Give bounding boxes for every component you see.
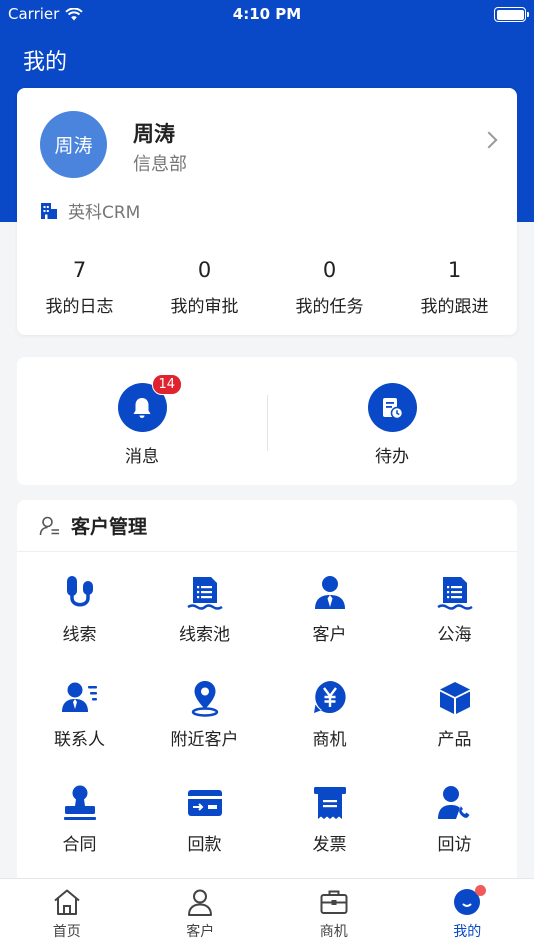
user-list-icon: [39, 516, 59, 535]
grid-item-opportunities[interactable]: 商机: [267, 657, 392, 762]
building-icon: [41, 202, 57, 219]
bell-icon: 14: [117, 374, 183, 432]
grid-item-revisits[interactable]: 回访: [392, 762, 517, 867]
management-grid: 线索 线索池 客户 公海 联系人 附近客户 商机 产品 合同 回款 发票 回访: [17, 552, 517, 867]
tab-customers[interactable]: 客户: [134, 879, 268, 950]
grid-label: 联系人: [54, 730, 105, 750]
stat-followup[interactable]: 1 我的跟进: [392, 258, 517, 317]
divider: [267, 395, 268, 451]
grid-label: 线索池: [179, 625, 230, 645]
product-cube-icon: [439, 682, 470, 714]
tab-label: 商机: [319, 924, 348, 940]
tab-opportunities[interactable]: 商机: [267, 879, 401, 950]
contract-stamp-icon: [63, 785, 96, 820]
stat-value: 1: [447, 258, 462, 282]
stat-value: 0: [322, 258, 337, 282]
section-title: 客户管理: [71, 516, 148, 538]
grid-item-customers[interactable]: 客户: [267, 552, 392, 657]
grid-label: 发票: [312, 835, 347, 855]
home-icon: [54, 889, 80, 915]
tab-label: 我的: [453, 924, 482, 940]
public-sea-icon: [436, 577, 473, 610]
grid-item-lead-pool[interactable]: 线索池: [142, 552, 267, 657]
unread-badge: 14: [151, 374, 183, 395]
messages-label: 消息: [125, 447, 159, 467]
stat-approval[interactable]: 0 我的审批: [142, 258, 267, 317]
stat-label: 我的审批: [170, 297, 239, 317]
grid-item-public-sea[interactable]: 公海: [392, 552, 517, 657]
grid-label: 附近客户: [170, 730, 239, 750]
grid-item-nearby-customers[interactable]: 附近客户: [142, 657, 267, 762]
location-pin-icon: [191, 681, 218, 717]
avatar: 周涛: [40, 111, 107, 178]
todo-clock-icon: [367, 383, 417, 432]
todo-label: 待办: [375, 447, 409, 467]
company-name: 英科CRM: [68, 203, 141, 223]
tab-label: 首页: [52, 924, 81, 940]
grid-label: 客户: [312, 625, 347, 645]
stat-task[interactable]: 0 我的任务: [267, 258, 392, 317]
payment-card-icon: [187, 790, 222, 816]
battery-icon: [494, 7, 529, 22]
lead-pool-icon: [186, 577, 223, 610]
grid-label: 回访: [437, 835, 472, 855]
customer-management-card: 客户管理 线索 线索池 客户 公海 联系人 附近客户 商机 产品 合同 回款 发…: [17, 500, 517, 890]
grid-label: 线索: [62, 625, 97, 645]
grid-label: 产品: [437, 730, 472, 750]
customer-icon: [314, 576, 345, 609]
grid-label: 公海: [437, 625, 472, 645]
section-header: 客户管理: [17, 500, 517, 552]
status-bar: Carrier 4:10 PM: [0, 0, 534, 28]
grid-item-invoices[interactable]: 发票: [267, 762, 392, 867]
briefcase-icon: [320, 890, 348, 914]
quick-actions-card: 14 消息 待办: [17, 357, 517, 485]
stat-label: 我的跟进: [420, 297, 489, 317]
tab-home[interactable]: 首页: [0, 879, 134, 950]
invoice-icon: [313, 787, 346, 819]
stat-value: 7: [72, 258, 87, 282]
tab-bar: 首页 客户 商机 我的: [0, 878, 534, 950]
page-title: 我的: [23, 50, 68, 75]
lead-icon: [66, 576, 93, 607]
chevron-right-icon[interactable]: [480, 131, 498, 149]
user-name: 周涛: [133, 122, 175, 146]
grid-item-leads[interactable]: 线索: [17, 552, 142, 657]
grid-item-contacts[interactable]: 联系人: [17, 657, 142, 762]
grid-item-payments[interactable]: 回款: [142, 762, 267, 867]
revisit-phone-icon: [437, 786, 469, 819]
stats-row: 7 我的日志 0 我的审批 0 我的任务 1 我的跟进: [17, 258, 517, 317]
todo-button[interactable]: 待办: [317, 383, 467, 467]
clock: 4:10 PM: [232, 5, 302, 23]
stat-journal[interactable]: 7 我的日志: [17, 258, 142, 317]
messages-button[interactable]: 14 消息: [67, 374, 217, 467]
tab-me[interactable]: 我的: [401, 879, 534, 950]
notification-dot: [474, 885, 486, 896]
user-department: 信息部: [133, 154, 187, 175]
grid-label: 合同: [62, 835, 97, 855]
profile-card[interactable]: 周涛 周涛 信息部 英科CRM 7 我的日志 0 我的审批 0 我的任务 1 我…: [17, 88, 517, 335]
opportunity-yen-icon: [313, 681, 346, 713]
grid-label: 回款: [187, 835, 222, 855]
grid-label: 商机: [312, 730, 347, 750]
company-row: 英科CRM: [40, 198, 140, 223]
stat-value: 0: [197, 258, 212, 282]
tab-label: 客户: [186, 924, 215, 940]
grid-item-contracts[interactable]: 合同: [17, 762, 142, 867]
contacts-icon: [61, 682, 97, 712]
stat-label: 我的任务: [295, 297, 364, 317]
person-icon: [188, 889, 213, 916]
stat-label: 我的日志: [45, 297, 114, 317]
grid-item-products[interactable]: 产品: [392, 657, 517, 762]
